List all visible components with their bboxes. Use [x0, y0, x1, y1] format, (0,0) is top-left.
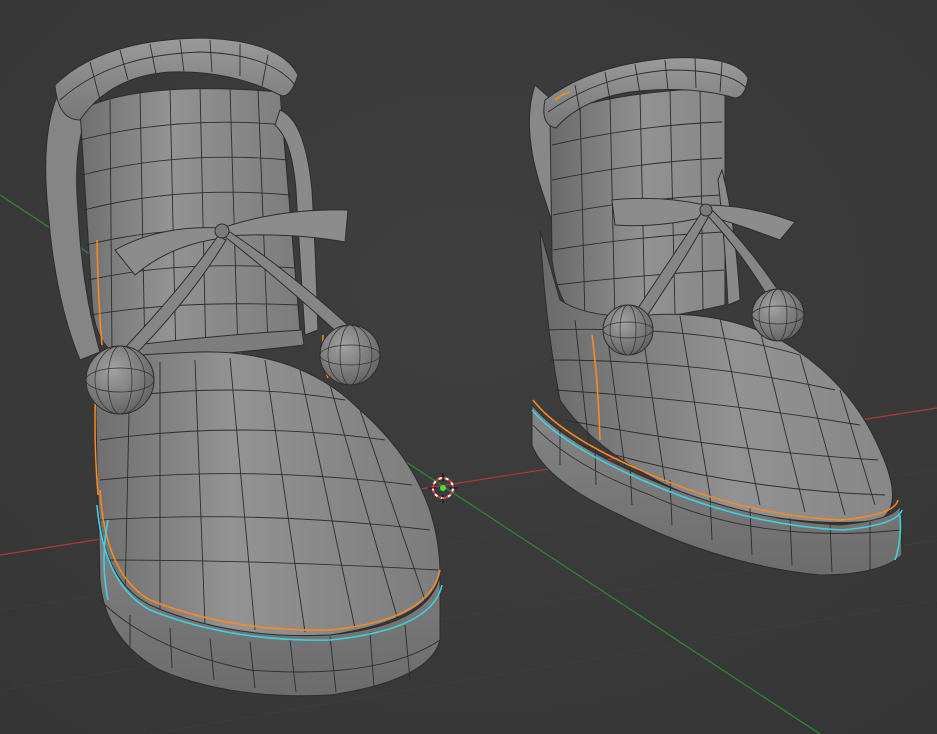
boot-left-pompom-left — [85, 345, 155, 415]
boot-right-pompom-right — [751, 288, 805, 342]
boot-left-knot — [214, 223, 230, 239]
viewport-canvas[interactable] — [0, 0, 937, 734]
boot-left-pompom-right — [319, 324, 381, 386]
boot-right-pompom-left — [602, 304, 654, 356]
boot-right-knot — [699, 203, 713, 217]
3d-viewport[interactable] — [0, 0, 937, 734]
